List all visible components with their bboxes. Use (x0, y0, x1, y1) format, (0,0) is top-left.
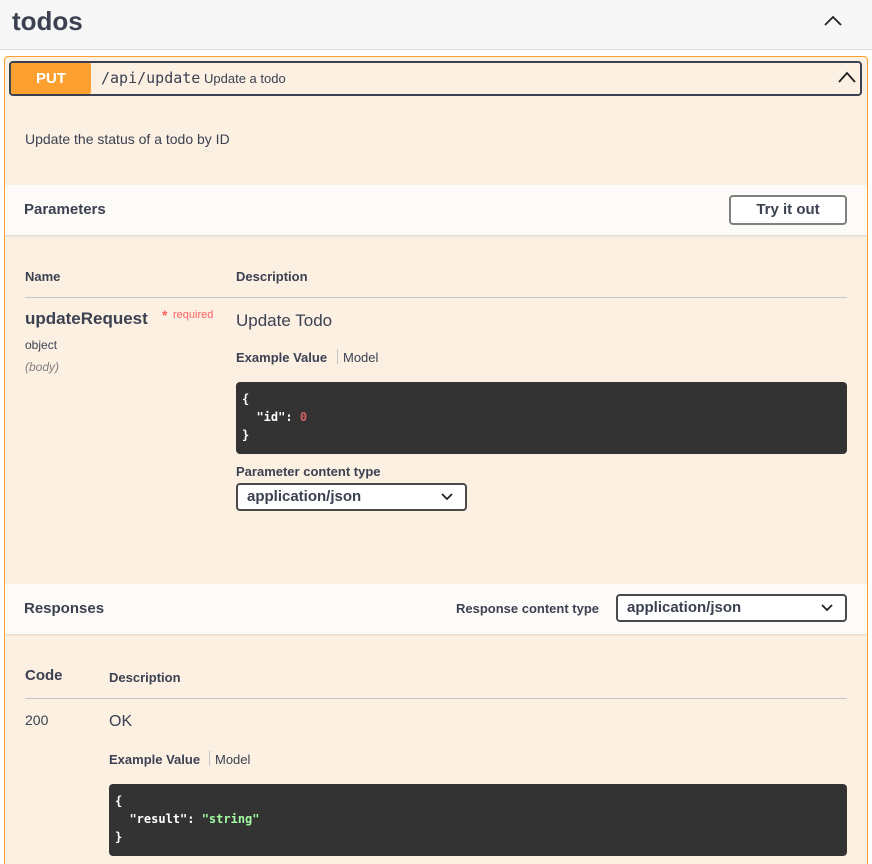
param-location: (body) (25, 360, 60, 374)
code-line: "result": "string" (115, 810, 847, 828)
response-example-value-tab[interactable]: Example Value (109, 752, 200, 767)
response-col-description: Description (109, 670, 181, 685)
required-label: required (173, 309, 214, 321)
code-line: "id": 0 (242, 408, 847, 426)
param-content-type-label: Parameter content type (236, 464, 381, 479)
param-description: Update Todo (236, 311, 333, 330)
code-value: 0 (299, 410, 308, 424)
code-line: { (115, 794, 123, 808)
response-table-divider (25, 698, 847, 699)
chevron-up-icon[interactable] (836, 67, 858, 89)
code-colon: : (187, 812, 202, 826)
response-code: 200 (25, 712, 49, 728)
code-key: "id" (256, 410, 286, 424)
param-name: updateRequest (25, 309, 148, 328)
tag-title: todos (12, 6, 83, 36)
code-line: } (115, 830, 123, 844)
param-content-type-select[interactable]: application/json (236, 483, 467, 511)
param-type: object (25, 338, 58, 352)
required-star: * (162, 307, 168, 323)
tab-separator (209, 751, 210, 766)
param-col-name: Name (25, 269, 61, 284)
response-content-type-label: Response content type (456, 601, 600, 616)
param-table-divider (25, 297, 847, 298)
param-col-description: Description (236, 269, 308, 284)
code-line: { (242, 392, 250, 406)
responses-header: Responses Response content type applicat… (5, 584, 867, 634)
param-model-tab[interactable]: Model (343, 350, 378, 365)
response-col-code: Code (25, 667, 63, 684)
parameters-title: Parameters (24, 201, 106, 218)
code-colon: : (285, 410, 300, 424)
operation-path: /api/update (101, 69, 201, 87)
tab-separator (337, 349, 338, 364)
response-content-type-value: application/json (627, 599, 742, 616)
response-description: OK (109, 713, 133, 730)
method-badge: PUT (11, 63, 91, 94)
tag-header[interactable]: todos (0, 0, 872, 50)
operation-summary[interactable]: PUT /api/update Update a todo (9, 61, 862, 96)
response-model-tab[interactable]: Model (215, 752, 250, 767)
param-content-type-value: application/json (247, 488, 362, 505)
response-example-code: { "result": "string" } (109, 784, 847, 856)
operation-block: PUT /api/update Update a todo Update the… (4, 56, 868, 864)
operation-summary-text: Update a todo (204, 71, 286, 86)
code-value: "string" (201, 812, 260, 826)
chevron-up-icon[interactable] (820, 10, 846, 32)
code-line: } (242, 428, 250, 442)
operation-description: Update the status of a todo by ID (25, 131, 230, 147)
parameters-header: Parameters Try it out (5, 185, 867, 235)
responses-title: Responses (24, 600, 105, 617)
response-content-type-select[interactable]: application/json (616, 594, 847, 622)
chevron-down-icon (441, 493, 453, 501)
chevron-down-icon (821, 604, 833, 612)
try-it-out-button[interactable]: Try it out (729, 195, 847, 225)
param-example-code: { "id": 0 } (236, 382, 847, 454)
code-key: "result" (129, 812, 188, 826)
param-example-value-tab[interactable]: Example Value (236, 350, 327, 365)
